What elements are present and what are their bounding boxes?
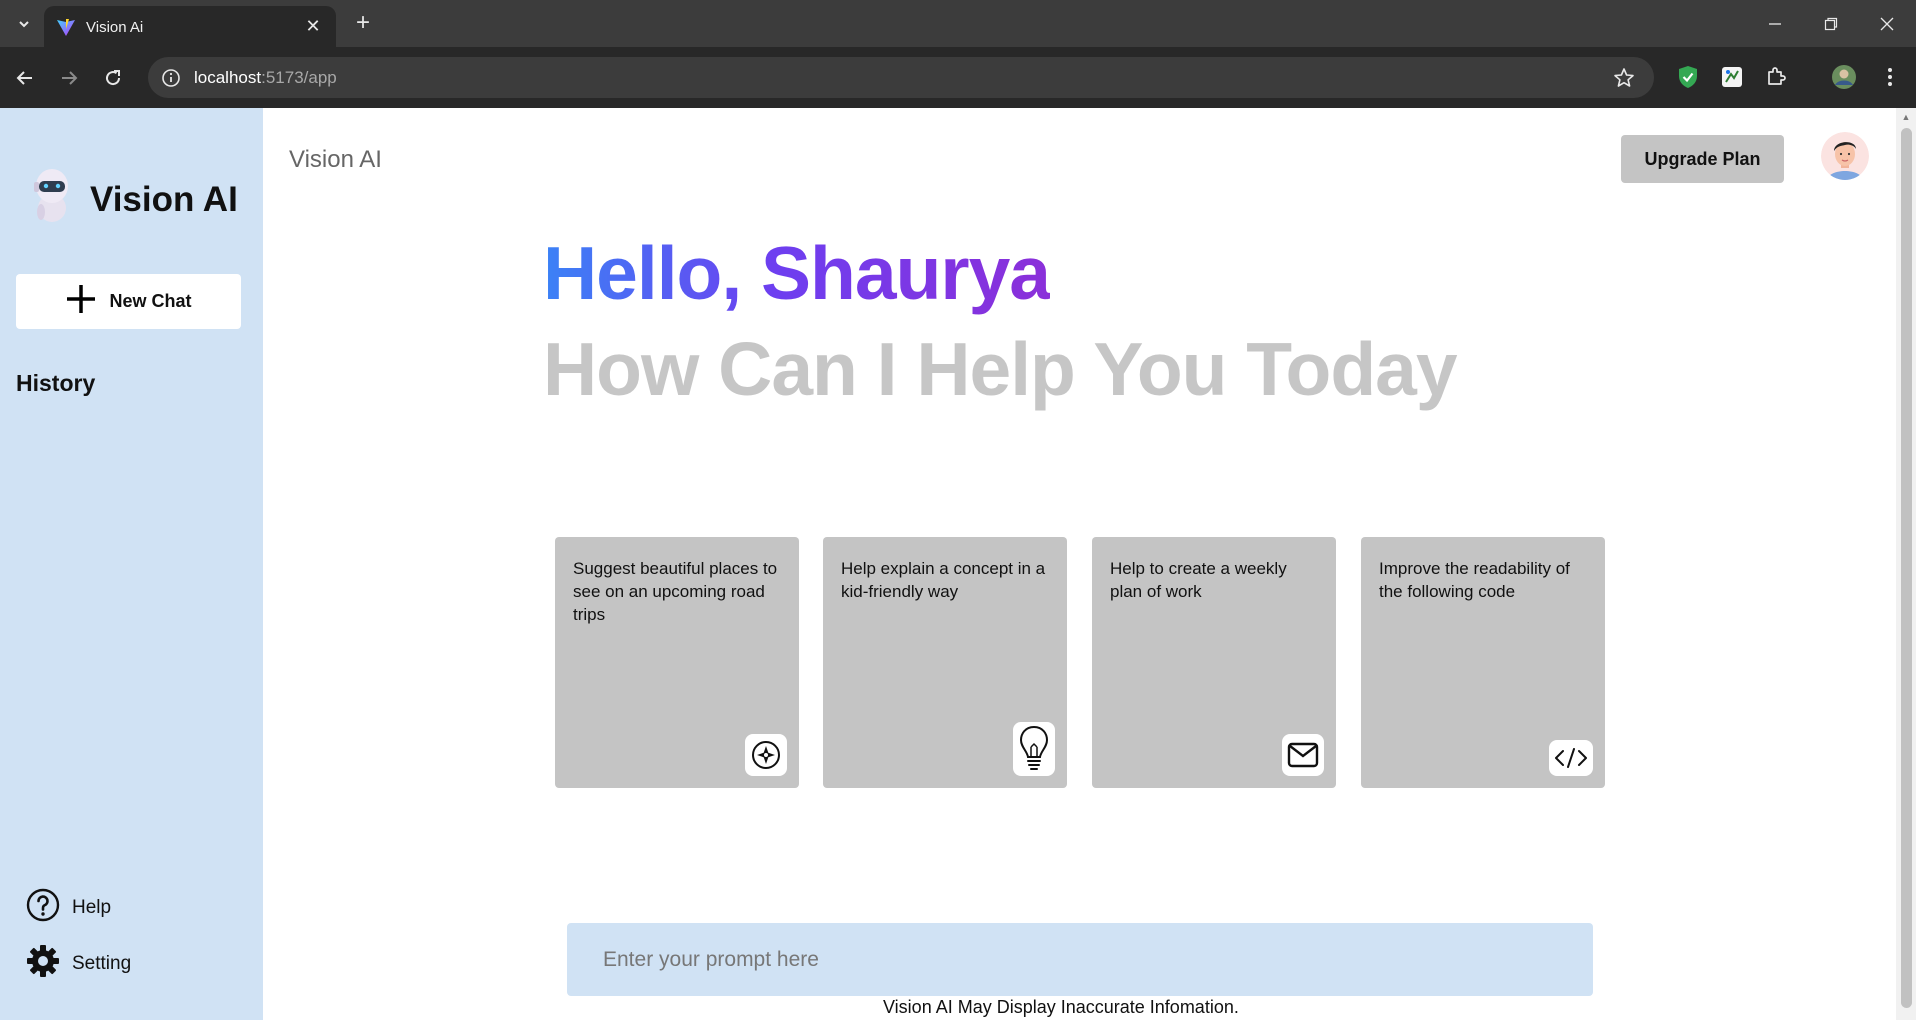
suggestion-card-code-readability[interactable]: Improve the readability of the following…	[1361, 537, 1605, 788]
url-path: :5173/app	[261, 68, 337, 87]
gear-icon	[26, 944, 60, 984]
prompt-input[interactable]	[567, 923, 1593, 996]
star-icon[interactable]	[1612, 66, 1636, 90]
suggestion-card-kid-friendly[interactable]: Help explain a concept in a kid-friendly…	[823, 537, 1067, 788]
site-info-icon[interactable]	[160, 67, 182, 89]
url-host: localhost	[194, 68, 262, 87]
reload-icon[interactable]	[98, 63, 128, 93]
disclaimer-text: Vision AI May Display Inaccurate Infomat…	[883, 997, 1239, 1017]
history-heading: History	[16, 370, 96, 396]
header-brand: Vision AI	[289, 146, 382, 173]
tab-title: Vision Ai	[86, 19, 144, 36]
window-close-icon[interactable]	[1870, 10, 1904, 38]
greeting-subtitle: How Can I Help You Today	[543, 327, 1458, 411]
greeting-hello: Hello, Shaurya	[543, 231, 1051, 315]
sidebar: Vision AI New Chat History Help Setting	[0, 108, 263, 1020]
close-icon[interactable]: ✕	[302, 15, 324, 37]
scrollbar-thumb[interactable]	[1901, 128, 1912, 1008]
scroll-up-arrow-icon[interactable]: ▲	[1900, 112, 1912, 122]
back-icon[interactable]	[10, 63, 40, 93]
address-bar[interactable]: localhost:5173/app	[148, 57, 1654, 98]
setting-link[interactable]: Setting	[26, 944, 131, 984]
plus-icon[interactable]: +	[350, 9, 376, 36]
logo-text: Vision AI	[90, 180, 238, 219]
upgrade-plan-button[interactable]: Upgrade Plan	[1621, 135, 1784, 183]
card-text: Help to create a weekly plan of work	[1110, 559, 1287, 601]
plus-icon	[65, 282, 97, 322]
help-label: Help	[72, 897, 112, 918]
compass-icon	[745, 734, 787, 776]
vite-favicon-icon	[56, 17, 76, 37]
tab-search-icon[interactable]	[12, 12, 36, 36]
puzzle-icon[interactable]	[1762, 63, 1790, 91]
bulb-icon	[1013, 722, 1055, 776]
main-content: Vision AI Upgrade Plan Hello, Shaurya Ho…	[263, 108, 1896, 1020]
code-icon	[1549, 740, 1593, 776]
help-icon	[26, 888, 60, 928]
help-link[interactable]: Help	[26, 888, 111, 928]
browser-tab-bar: Vision Ai ✕ +	[0, 0, 1916, 47]
url-text: localhost:5173/app	[194, 68, 337, 88]
card-text: Improve the readability of the following…	[1379, 559, 1570, 601]
suggestion-card-weekly-plan[interactable]: Help to create a weekly plan of work	[1092, 537, 1336, 788]
browser-toolbar: localhost:5173/app	[0, 47, 1916, 108]
forward-icon[interactable]	[54, 63, 84, 93]
suggestion-card-road-trips[interactable]: Suggest beautiful places to see on an up…	[555, 537, 799, 788]
mail-icon	[1282, 734, 1324, 776]
restore-icon[interactable]	[1814, 10, 1848, 38]
new-chat-button[interactable]: New Chat	[16, 274, 241, 329]
extension-icon[interactable]	[1718, 63, 1746, 91]
setting-label: Setting	[72, 953, 132, 974]
profile-icon[interactable]	[1830, 63, 1858, 91]
card-text: Help explain a concept in a kid-friendly…	[841, 559, 1046, 601]
new-chat-label: New Chat	[109, 291, 192, 311]
robot-logo-icon	[30, 164, 74, 224]
card-text: Suggest beautiful places to see on an up…	[573, 559, 778, 624]
avatar[interactable]	[1821, 132, 1869, 180]
minimize-icon[interactable]	[1758, 10, 1792, 38]
more-icon[interactable]	[1876, 63, 1904, 91]
shield-extension-icon[interactable]	[1674, 63, 1702, 91]
browser-tab[interactable]: Vision Ai ✕	[44, 6, 336, 47]
